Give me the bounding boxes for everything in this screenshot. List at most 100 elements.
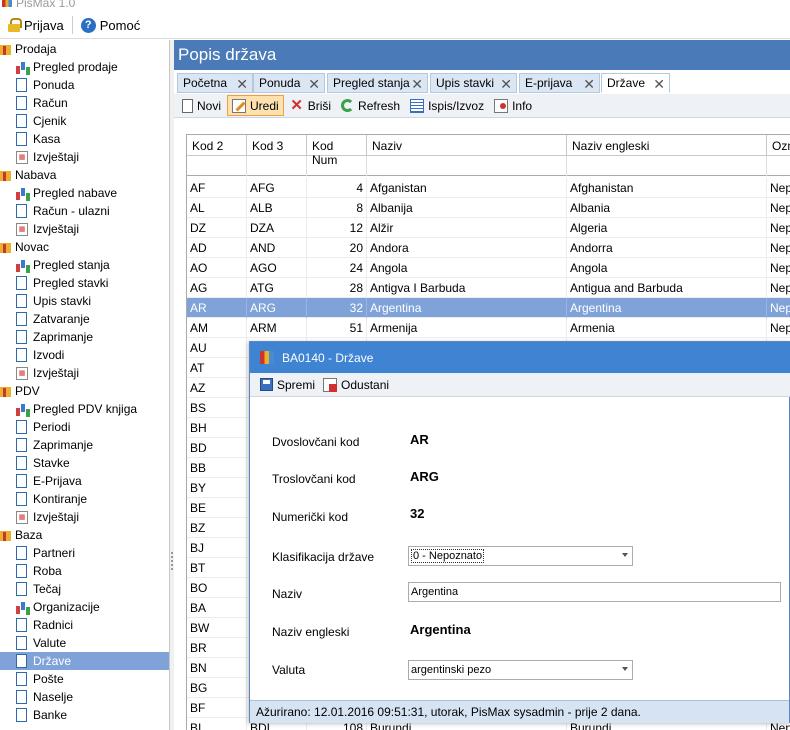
sidebar-item[interactable]: Pregled PDV knjiga — [0, 400, 169, 418]
sidebar-item[interactable]: ▦ Izvještaji — [0, 508, 169, 526]
sidebar-item[interactable]: Partneri — [0, 544, 169, 562]
table-cell: AU — [187, 338, 247, 358]
document-icon — [16, 474, 27, 488]
sidebar-item[interactable]: Račun - ulazni — [0, 202, 169, 220]
close-icon[interactable]: ✕ — [653, 76, 665, 93]
sidebar-item[interactable]: Roba — [0, 562, 169, 580]
column-header-ozn[interactable]: Ozn — [767, 135, 790, 156]
tab-pregled-stanja[interactable]: Pregled stanja ✕ — [327, 73, 428, 93]
tab-pocetna[interactable]: Početna ✕ — [177, 73, 253, 93]
table-row[interactable]: AF AFG 4 Afganistan Afghanistan Nep — [187, 178, 790, 198]
table-row[interactable]: AD AND 20 Andora Andorra Nep — [187, 238, 790, 258]
close-icon[interactable]: ✕ — [500, 76, 512, 93]
sidebar-group-0[interactable]: Prodaja — [0, 40, 169, 58]
sidebar-item[interactable]: Tečaj — [0, 580, 169, 598]
column-header-kod-num[interactable]: Kod Num — [307, 135, 367, 167]
sidebar-item[interactable]: Stavke — [0, 454, 169, 472]
sidebar-item[interactable]: Pregled stavki — [0, 274, 169, 292]
table-cell: Nep — [767, 198, 790, 218]
delete-button[interactable]: ✕ Briši — [286, 95, 335, 116]
filter-cell[interactable] — [767, 156, 790, 176]
sidebar-group-1[interactable]: Nabava — [0, 166, 169, 184]
column-header-naziv-engleski[interactable]: Naziv engleski — [567, 135, 767, 156]
naziv-input[interactable]: Argentina — [408, 582, 781, 602]
info-button[interactable]: Info — [490, 95, 536, 116]
close-icon[interactable]: ✕ — [583, 76, 595, 93]
table-row[interactable]: AL ALB 8 Albanija Albania Nep — [187, 198, 790, 218]
sidebar-item[interactable]: Naselje — [0, 688, 169, 706]
sidebar-item[interactable]: Radnici — [0, 616, 169, 634]
close-icon[interactable]: ✕ — [308, 76, 320, 93]
column-header-naziv[interactable]: Naziv — [367, 135, 567, 156]
tab-upis-stavki[interactable]: Upis stavki ✕ — [430, 73, 517, 93]
sidebar-item[interactable]: Cjenik — [0, 112, 169, 130]
cancel-icon — [323, 377, 338, 392]
sidebar-item[interactable]: E-Prijava — [0, 472, 169, 490]
classification-select[interactable]: 0 - Nepoznato — [408, 546, 633, 566]
sidebar-item[interactable]: Upis stavki — [0, 292, 169, 310]
help-menu[interactable]: ? Pomoć — [77, 14, 144, 36]
sidebar-item[interactable]: Zaprimanje — [0, 328, 169, 346]
sidebar-item[interactable]: Države — [0, 652, 169, 670]
sidebar-item[interactable]: Periodi — [0, 418, 169, 436]
window-icon — [260, 351, 274, 364]
table-row[interactable]: AR ARG 32 Argentina Argentina Nep — [187, 298, 790, 318]
new-button[interactable]: Novi — [178, 95, 225, 116]
sidebar-item[interactable]: Valute — [0, 634, 169, 652]
refresh-button[interactable]: Refresh — [337, 95, 404, 116]
table-row[interactable]: AO AGO 24 Angola Angola Nep — [187, 258, 790, 278]
sidebar-item[interactable]: Pregled stanja — [0, 256, 169, 274]
sidebar-item[interactable]: Izvodi — [0, 346, 169, 364]
table-row[interactable]: DZ DZA 12 Alžir Algeria Nep — [187, 218, 790, 238]
sidebar-item-label: Cjenik — [33, 114, 67, 128]
valuta-select[interactable]: argentinski pezo — [408, 660, 633, 680]
sidebar-item[interactable]: ▦ Izvještaji — [0, 220, 169, 238]
document-icon — [16, 78, 27, 92]
sidebar-group-4[interactable]: Baza — [0, 526, 169, 544]
filter-cell[interactable] — [367, 156, 567, 176]
table-cell: 28 — [307, 278, 367, 298]
filter-cell[interactable] — [187, 156, 247, 176]
table-cell: Albania — [567, 198, 767, 218]
close-icon[interactable]: ✕ — [236, 76, 248, 93]
sidebar-item[interactable]: Pregled prodaje — [0, 58, 169, 76]
sidebar-item[interactable]: ▦ Izvještaji — [0, 148, 169, 166]
cancel-button[interactable]: Odustani — [319, 374, 393, 395]
tab-e-prijava[interactable]: E-prijava ✕ — [519, 73, 600, 93]
sidebar-item[interactable]: Kontiranje — [0, 490, 169, 508]
table-row[interactable]: AG ATG 28 Antigva I Barbuda Antigua and Barb… — [187, 278, 790, 298]
table-cell: Angola — [567, 258, 767, 278]
sidebar-group-label: Prodaja — [15, 42, 57, 56]
sidebar-item[interactable]: Kasa — [0, 130, 169, 148]
table-cell: Armenija — [367, 318, 567, 338]
column-header-kod2[interactable]: Kod 2 — [187, 135, 247, 156]
naziv-engleski-value: Argentina — [410, 622, 471, 637]
filter-cell[interactable] — [247, 156, 307, 176]
sidebar-group-3[interactable]: PDV — [0, 382, 169, 400]
login-menu[interactable]: Prijava — [4, 14, 68, 36]
sidebar-item[interactable]: Organizacije — [0, 598, 169, 616]
report-icon: ▦ — [16, 510, 28, 524]
refresh-icon — [341, 99, 355, 112]
column-header-kod3[interactable]: Kod 3 — [247, 135, 307, 156]
table-row[interactable]: AM ARM 51 Armenija Armenia Nep — [187, 318, 790, 338]
sidebar-item[interactable]: ▦ Izvještaji — [0, 364, 169, 382]
sidebar-item[interactable]: Banke — [0, 706, 169, 724]
print-export-button[interactable]: Ispis/Izvoz — [406, 95, 488, 116]
sidebar-item[interactable]: Pošte — [0, 670, 169, 688]
table-cell: 12 — [307, 218, 367, 238]
filter-cell[interactable] — [307, 156, 367, 176]
sidebar-item[interactable]: Pregled nabave — [0, 184, 169, 202]
table-cell: AF — [187, 178, 247, 198]
sidebar-item[interactable]: Zaprimanje — [0, 436, 169, 454]
edit-button[interactable]: Uredi — [227, 95, 284, 116]
sidebar-item[interactable]: Zatvaranje — [0, 310, 169, 328]
sidebar-item[interactable]: Račun — [0, 94, 169, 112]
sidebar-item[interactable]: Ponuda — [0, 76, 169, 94]
save-button[interactable]: Spremi — [256, 374, 319, 395]
sidebar-group-2[interactable]: Novac — [0, 238, 169, 256]
tab-ponuda[interactable]: Ponuda ✕ — [253, 73, 325, 93]
tab-drzave[interactable]: Države ✕ — [601, 73, 670, 93]
filter-cell[interactable] — [567, 156, 767, 176]
close-icon[interactable]: ✕ — [411, 76, 423, 93]
